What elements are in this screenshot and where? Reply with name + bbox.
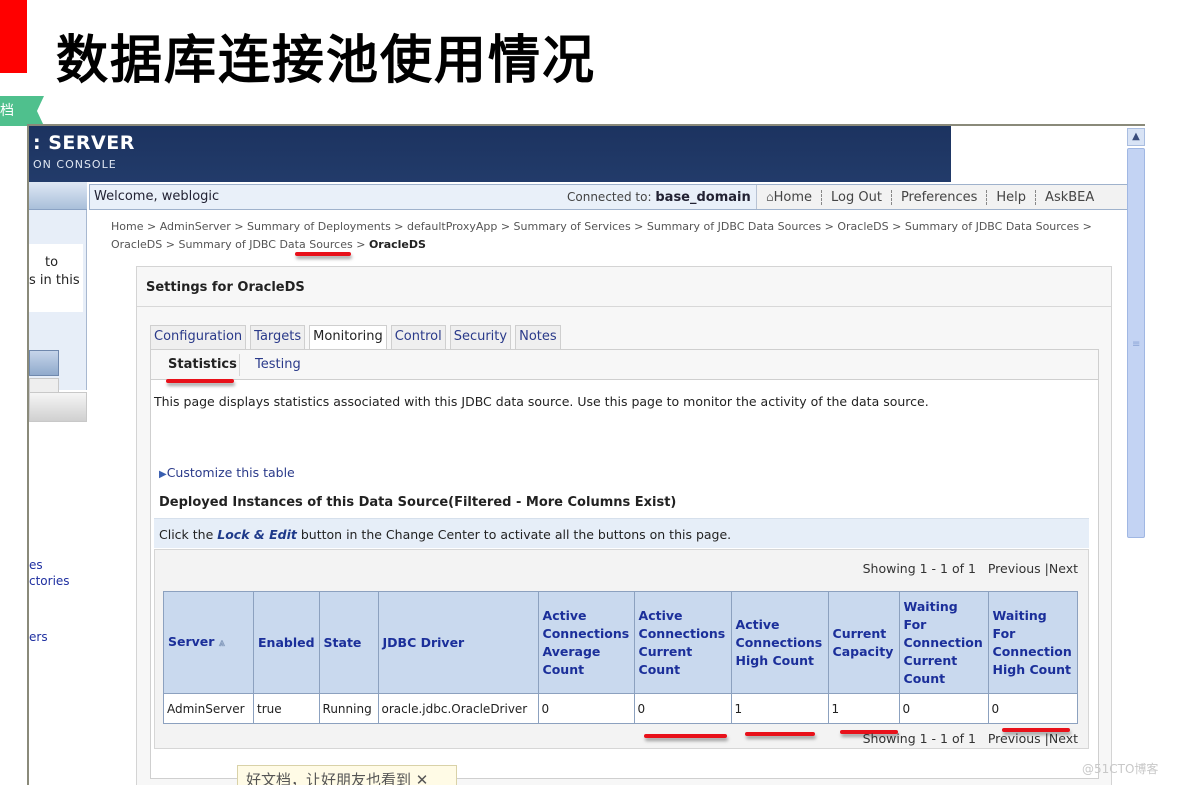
expand-triangle-icon: ▶ xyxy=(159,469,167,480)
scroll-up-icon[interactable]: ▲ xyxy=(1127,128,1145,146)
domain-structure-header xyxy=(29,392,87,422)
domain-tree-link[interactable]: ers xyxy=(29,630,48,644)
share-tooltip[interactable]: 好文档，让好朋友也看到 ✕ xyxy=(237,765,457,785)
tab-monitoring[interactable]: Monitoring xyxy=(309,325,387,350)
column-header-state[interactable]: State xyxy=(318,591,379,694)
table-area: Showing 1 - 1 of 1 Previous |Next Server… xyxy=(154,549,1089,749)
subtab-testing[interactable]: Testing xyxy=(255,357,301,372)
annotation-underline xyxy=(295,252,351,256)
cell-enabled: true xyxy=(253,693,320,724)
nav-askbea[interactable]: AskBEA xyxy=(1036,190,1103,205)
previous-link[interactable]: Previous xyxy=(988,561,1041,576)
next-link[interactable]: Next xyxy=(1049,731,1078,746)
monitoring-tab-body: Statistics Testing This page displays st… xyxy=(150,349,1099,779)
welcome-bar: Welcome, weblogic Connected to: base_dom… xyxy=(89,184,1130,210)
sort-ascending-icon: ⩓ xyxy=(218,636,226,649)
banner-title: : SERVER xyxy=(33,132,135,154)
nav-logout[interactable]: Log Out xyxy=(822,189,892,205)
banner-subtitle: ON CONSOLE xyxy=(33,158,117,171)
column-header-current-capacity[interactable]: Current Capacity xyxy=(827,591,900,694)
table-title: Deployed Instances of this Data Source(F… xyxy=(159,495,677,510)
cell-active-high: 1 xyxy=(730,693,829,724)
column-header-waiting-current[interactable]: Waiting For Connection Current Count xyxy=(898,591,989,694)
welcome-text: Welcome, weblogic xyxy=(94,189,220,204)
scrollbar-thumb[interactable]: ≡ xyxy=(1127,148,1145,538)
subtab-bar: Statistics Testing xyxy=(151,350,1098,380)
column-header-waiting-high[interactable]: Waiting For Connection High Count xyxy=(987,591,1078,694)
change-center-text: to s in this xyxy=(29,255,80,288)
tab-notes[interactable]: Notes xyxy=(515,325,561,349)
side-tag[interactable]: 档 xyxy=(0,96,44,126)
instances-table: Server ⩓ Enabled State JDBC Driver Activ… xyxy=(163,591,1078,724)
previous-link[interactable]: Previous xyxy=(988,731,1041,746)
column-header-active-high[interactable]: Active Connections High Count xyxy=(730,591,829,694)
pagination-top: Showing 1 - 1 of 1 Previous |Next xyxy=(862,561,1078,576)
nav-home[interactable]: ⌂Home xyxy=(757,189,823,205)
change-center-panel: to s in this es ctories ers xyxy=(29,182,87,785)
lock-edit-notice: Click the Lock & Edit button in the Chan… xyxy=(154,518,1089,548)
annotation-underline xyxy=(644,734,727,738)
red-accent-bar xyxy=(0,0,27,73)
column-header-enabled[interactable]: Enabled xyxy=(253,591,320,694)
home-icon: ⌂ xyxy=(766,189,774,204)
breadcrumb-current: OracleDS xyxy=(368,238,426,251)
lock-edit-link[interactable]: Lock & Edit xyxy=(217,527,297,542)
browser-window: : SERVER ON CONSOLE to s in this es ctor… xyxy=(27,124,1145,785)
cell-state: Running xyxy=(318,693,379,724)
subtab-statistics[interactable]: Statistics xyxy=(168,357,237,372)
next-link[interactable]: Next xyxy=(1049,561,1078,576)
console-banner: : SERVER ON CONSOLE xyxy=(29,126,951,182)
top-nav: ⌂Home Log Out Preferences Help AskBEA xyxy=(756,185,1130,209)
watermark: @51CTO博客 xyxy=(1082,762,1159,776)
grip-icon: ≡ xyxy=(1132,339,1141,350)
table-header-row: Server ⩓ Enabled State JDBC Driver Activ… xyxy=(163,591,1078,694)
cell-server[interactable]: AdminServer xyxy=(163,693,254,724)
column-header-active-avg[interactable]: Active Connections Average Count xyxy=(537,591,635,694)
annotation-underline xyxy=(745,732,815,736)
tab-targets[interactable]: Targets xyxy=(250,325,306,349)
tab-configuration[interactable]: Configuration xyxy=(150,325,247,349)
breadcrumb-path[interactable]: Home > AdminServer > Summary of Deployme… xyxy=(111,220,1092,251)
cell-active-avg: 0 xyxy=(537,693,635,724)
cell-jdbc-driver: oracle.jdbc.OracleDriver xyxy=(377,693,539,724)
column-header-active-current[interactable]: Active Connections Current Count xyxy=(633,591,732,694)
nav-preferences[interactable]: Preferences xyxy=(892,189,988,205)
cell-active-current: 0 xyxy=(633,693,732,724)
tab-control[interactable]: Control xyxy=(390,325,446,349)
tab-bar: Configuration Targets Monitoring Control… xyxy=(150,325,561,350)
cell-waiting-current: 0 xyxy=(898,693,989,724)
nav-help[interactable]: Help xyxy=(987,189,1037,205)
settings-title: Settings for OracleDS xyxy=(146,280,305,295)
table-row: AdminServer true Running oracle.jdbc.Ora… xyxy=(163,693,1078,724)
change-center-header xyxy=(29,182,87,210)
column-header-jdbc-driver[interactable]: JDBC Driver xyxy=(377,591,539,694)
cell-waiting-high: 0 xyxy=(987,693,1078,724)
breadcrumb: Home > AdminServer > Summary of Deployme… xyxy=(111,218,1131,254)
page-description: This page displays statistics associated… xyxy=(154,394,929,409)
vertical-scrollbar[interactable]: ▲ ≡ xyxy=(1127,128,1145,748)
change-center-box: to s in this xyxy=(29,210,87,406)
settings-panel: Settings for OracleDS Configuration Targ… xyxy=(136,266,1112,785)
column-header-server[interactable]: Server ⩓ xyxy=(163,591,254,694)
customize-table-link[interactable]: ▶Customize this table xyxy=(159,465,295,480)
tab-security[interactable]: Security xyxy=(449,325,512,349)
cell-current-capacity: 1 xyxy=(827,693,900,724)
slide-title: 数据库连接池使用情况 xyxy=(56,30,597,91)
lock-edit-button[interactable] xyxy=(29,350,59,376)
domain-tree-link[interactable]: ctories xyxy=(29,574,70,588)
connected-domain: Connected to: base_domain xyxy=(567,190,751,205)
domain-tree-link[interactable]: es xyxy=(29,558,43,572)
annotation-underline xyxy=(166,379,234,383)
pagination-bottom: Showing 1 - 1 of 1 Previous |Next xyxy=(862,731,1078,746)
